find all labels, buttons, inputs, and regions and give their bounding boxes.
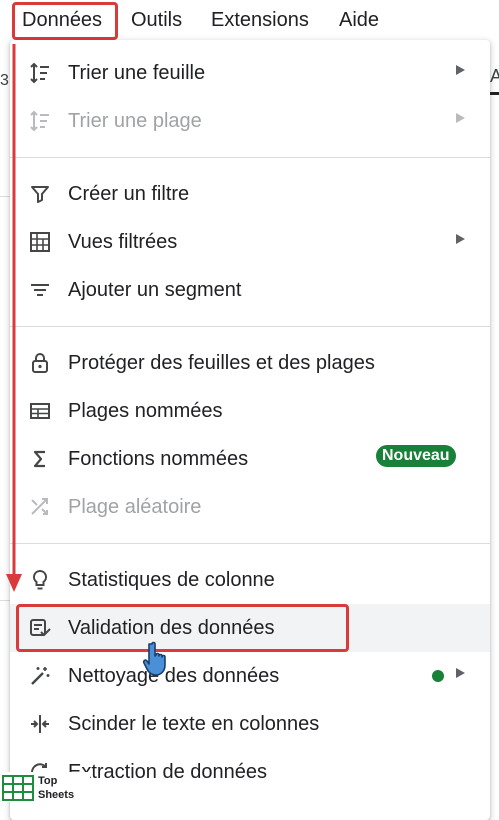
sheets-logo-icon [2, 775, 34, 801]
menu-item-label: Ajouter un segment [68, 279, 242, 301]
submenu-arrow-icon [456, 65, 465, 75]
menu-item-nettoyage[interactable]: Nettoyage des données [10, 652, 490, 700]
new-feature-dot [432, 670, 444, 682]
shuffle-icon [31, 498, 48, 515]
sort-icon [30, 110, 49, 132]
validation-highlight-box [16, 604, 349, 652]
slicer-icon [31, 284, 49, 296]
menu-separator [10, 543, 490, 544]
donnees-dropdown-menu: Trier une feuille Trier une plage Créer … [10, 40, 490, 820]
menu-aide[interactable]: Aide [339, 8, 379, 32]
menu-item-label: Trier une plage [68, 110, 202, 132]
sheet-gridline [0, 600, 10, 601]
sheet-fragment-right: A [490, 66, 499, 86]
menu-item-proteger[interactable]: Protéger des feuilles et des plages [10, 339, 490, 387]
submenu-arrow-icon [456, 113, 465, 123]
menu-item-label: Plage aléatoire [68, 496, 202, 518]
sheet-gridline [0, 196, 10, 197]
logo-text-line1: Top [38, 775, 58, 787]
filter-view-icon [30, 232, 50, 252]
submenu-arrow-icon [456, 234, 465, 244]
menu-separator [10, 157, 490, 158]
nouveau-badge: Nouveau [376, 445, 456, 467]
menu-item-trier-plage: Trier une plage [10, 97, 490, 145]
filter-icon [31, 186, 49, 203]
menu-item-label: Vues filtrées [68, 231, 178, 253]
menu-separator [10, 326, 490, 327]
menu-item-trier-feuille[interactable]: Trier une feuille [10, 49, 490, 97]
magic-wand-icon [31, 667, 50, 685]
menu-outils[interactable]: Outils [131, 8, 182, 32]
named-ranges-icon [30, 403, 50, 419]
menu-item-vues-filtrees[interactable]: Vues filtrées [10, 218, 490, 266]
menu-item-creer-filtre[interactable]: Créer un filtre [10, 170, 490, 218]
lightbulb-icon [32, 569, 48, 590]
logo-text-line2: Sheets [38, 789, 75, 801]
top-sheets-logo: Top Sheets [0, 772, 90, 802]
menu-item-label: Trier une feuille [68, 62, 206, 84]
sheet-fragment-left: 3 [0, 72, 9, 89]
submenu-arrow-icon [456, 668, 465, 678]
donnees-highlight-box [12, 2, 118, 40]
menu-item-plage-aleatoire: Plage aléatoire [10, 483, 490, 531]
sigma-icon [33, 450, 45, 468]
menu-item-label: Protéger des feuilles et des plages [68, 352, 375, 374]
menu-item-label: Plages nommées [68, 400, 223, 422]
menu-item-ajouter-segment[interactable]: Ajouter un segment [10, 266, 490, 314]
menu-extensions[interactable]: Extensions [211, 8, 309, 32]
menu-item-label: Extraction de données [68, 761, 268, 783]
hand-cursor-icon [142, 641, 166, 676]
split-columns-icon [31, 715, 49, 733]
menu-item-fonctions-nommees[interactable]: Fonctions nommées Nouveau [10, 435, 490, 483]
menu-item-plages-nommees[interactable]: Plages nommées [10, 387, 490, 435]
menu-item-statistiques[interactable]: Statistiques de colonne [10, 556, 490, 604]
menu-item-label: Statistiques de colonne [68, 569, 275, 591]
menu-item-label: Créer un filtre [68, 183, 190, 205]
sort-icon [30, 62, 49, 84]
menu-item-label: Scinder le texte en colonnes [68, 713, 320, 735]
lock-icon [32, 353, 48, 373]
menu-item-label: Fonctions nommées [68, 448, 249, 470]
menu-bar: Données Outils Extensions Aide [0, 0, 499, 42]
menu-item-scinder[interactable]: Scinder le texte en colonnes [10, 700, 490, 748]
